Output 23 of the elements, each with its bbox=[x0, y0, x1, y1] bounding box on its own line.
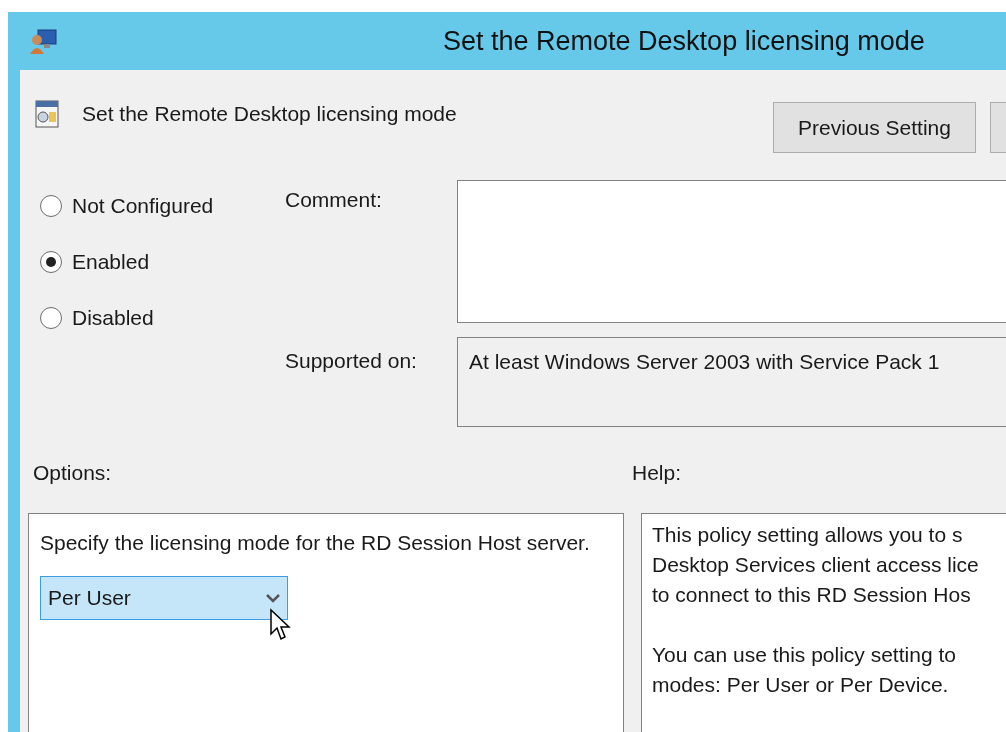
radio-button[interactable] bbox=[40, 307, 62, 329]
policy-setting-icon bbox=[35, 100, 59, 128]
comment-label: Comment: bbox=[285, 187, 383, 213]
radio-label: Disabled bbox=[72, 305, 154, 332]
radio-label: Not Configured bbox=[72, 193, 214, 220]
computer-user-icon bbox=[30, 28, 58, 54]
supported-on-text: At least Windows Server 2003 with Service Pack 1 bbox=[469, 350, 940, 373]
supported-on-label: Supported on: bbox=[285, 348, 418, 374]
radio-button[interactable] bbox=[40, 251, 62, 273]
options-description: Specify the licensing mode for the RD Session Host server. bbox=[40, 530, 591, 556]
setting-title: Set the Remote Desktop licensing mode bbox=[82, 101, 457, 127]
radio-button[interactable] bbox=[40, 195, 62, 217]
window-title: Set the Remote Desktop licensing mode bbox=[443, 24, 925, 58]
options-label: Options: bbox=[32, 460, 113, 486]
help-label: Help: bbox=[632, 460, 682, 486]
help-paragraph: This policy setting allows you to s Desktop Services client access lice to connect to this RD Session Hos bbox=[652, 522, 980, 608]
chevron-down-icon bbox=[266, 593, 280, 603]
licensing-mode-dropdown[interactable]: Per User bbox=[40, 576, 288, 620]
previous-setting-button[interactable]: Previous Setting bbox=[773, 102, 976, 153]
comment-field[interactable] bbox=[457, 180, 1006, 323]
radio-label: Enabled bbox=[72, 249, 150, 276]
help-paragraph: You can use this policy setting to modes: Per User or Per Device. bbox=[652, 642, 957, 698]
mouse-pointer-icon bbox=[269, 608, 291, 642]
